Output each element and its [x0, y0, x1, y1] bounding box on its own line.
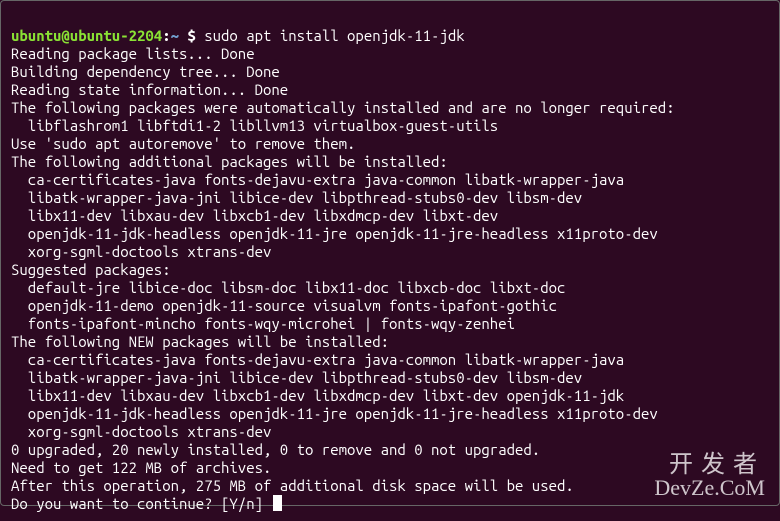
cursor-icon — [273, 495, 282, 511]
output-line: libx11-dev libxau-dev libxcb1-dev libxdm… — [11, 207, 498, 224]
output-line: fonts-ipafont-mincho fonts-wqy-microhei … — [11, 315, 515, 332]
output-line: libx11-dev libxau-dev libxcb1-dev libxdm… — [11, 387, 624, 404]
command-text: sudo apt install openjdk-11-jdk — [204, 27, 464, 44]
confirm-prompt[interactable]: Do you want to continue? [Y/n] — [11, 495, 271, 512]
output-line: The following additional packages will b… — [11, 153, 448, 170]
output-line: openjdk-11-jdk-headless openjdk-11-jre o… — [11, 225, 658, 242]
output-line: default-jre libice-doc libsm-doc libx11-… — [11, 279, 565, 296]
output-line: ca-certificates-java fonts-dejavu-extra … — [11, 171, 624, 188]
output-line: libatk-wrapper-java-jni libice-dev libpt… — [11, 189, 582, 206]
output-line: The following packages were automaticall… — [11, 99, 675, 116]
prompt-user: ubuntu@ubuntu-2204 — [11, 27, 162, 44]
output-line: openjdk-11-demo openjdk-11-source visual… — [11, 297, 557, 314]
output-line: xorg-sgml-doctools xtrans-dev — [11, 423, 271, 440]
output-line: openjdk-11-jdk-headless openjdk-11-jre o… — [11, 405, 658, 422]
terminal-window[interactable]: ubuntu@ubuntu-2204:~ $ sudo apt install … — [1, 1, 779, 521]
output-line: Use 'sudo apt autoremove' to remove them… — [11, 135, 355, 152]
prompt-path: ~ — [171, 27, 179, 44]
output-line: Reading state information... Done — [11, 81, 288, 98]
output-line: The following NEW packages will be insta… — [11, 333, 389, 350]
output-line: Building dependency tree... Done — [11, 63, 280, 80]
output-line: Need to get 122 MB of archives. — [11, 459, 271, 476]
output-line: Reading package lists... Done — [11, 45, 255, 62]
output-line: After this operation, 275 MB of addition… — [11, 477, 574, 494]
output-line: 0 upgraded, 20 newly installed, 0 to rem… — [11, 441, 540, 458]
prompt-dollar-sign: $ — [187, 27, 195, 44]
output-line: Suggested packages: — [11, 261, 171, 278]
output-line: libflashrom1 libftdi1-2 libllvm13 virtua… — [11, 117, 498, 134]
prompt-colon: : — [162, 27, 170, 44]
output-line: libatk-wrapper-java-jni libice-dev libpt… — [11, 369, 582, 386]
output-line: ca-certificates-java fonts-dejavu-extra … — [11, 351, 624, 368]
output-line: xorg-sgml-doctools xtrans-dev — [11, 243, 271, 260]
